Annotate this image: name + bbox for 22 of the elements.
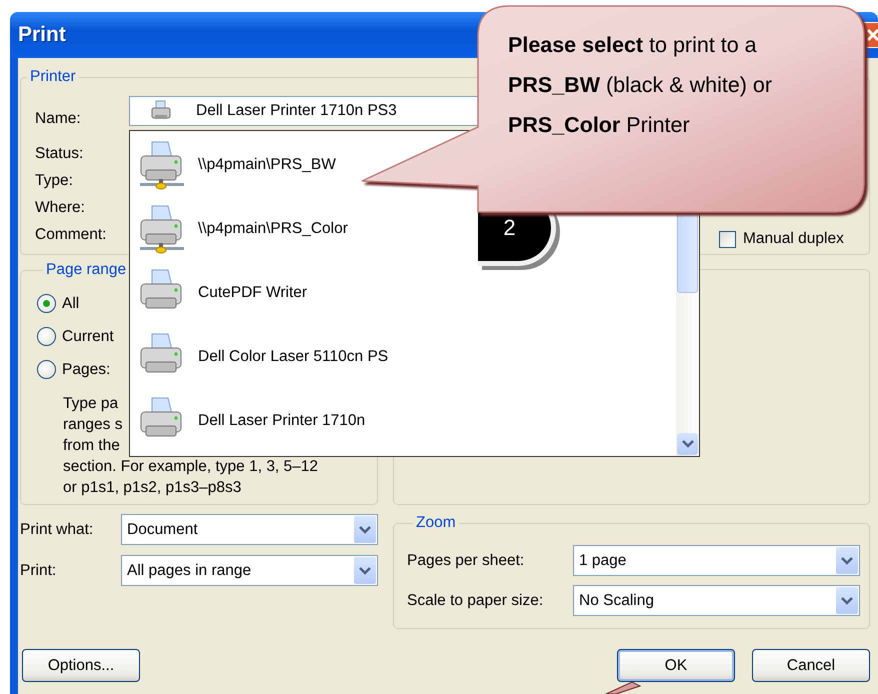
field-label: Status:: [35, 144, 84, 164]
hint-text: or p1s1, p1s2, p1s3–p8s3: [63, 478, 242, 498]
field-label: Where:: [35, 198, 86, 218]
window-title: Print: [18, 23, 66, 47]
hint-text: section. For example, type 1, 3, 5–12: [63, 457, 318, 477]
hint-text: from the: [63, 436, 120, 456]
checkbox-label: Manual duplex: [743, 230, 844, 248]
radio-label: Current: [62, 328, 114, 346]
group-legend: Zoom: [413, 514, 459, 532]
field-label: Scale to paper size:: [407, 592, 544, 610]
field-label: Name:: [35, 109, 82, 129]
field-label: Comment:: [35, 225, 108, 245]
field-label: Print what:: [20, 520, 94, 538]
field-label: Print:: [20, 562, 58, 580]
group-legend: Page range: [43, 261, 130, 279]
radio-label: Pages:: [62, 360, 110, 378]
field-label: Pages per sheet:: [407, 552, 526, 570]
hint-text: ranges s: [63, 415, 122, 435]
group-legend: Printer: [27, 68, 79, 86]
field-label: Type:: [35, 171, 74, 191]
radio-label: All: [62, 294, 80, 312]
hint-text: Type pa: [63, 394, 118, 414]
